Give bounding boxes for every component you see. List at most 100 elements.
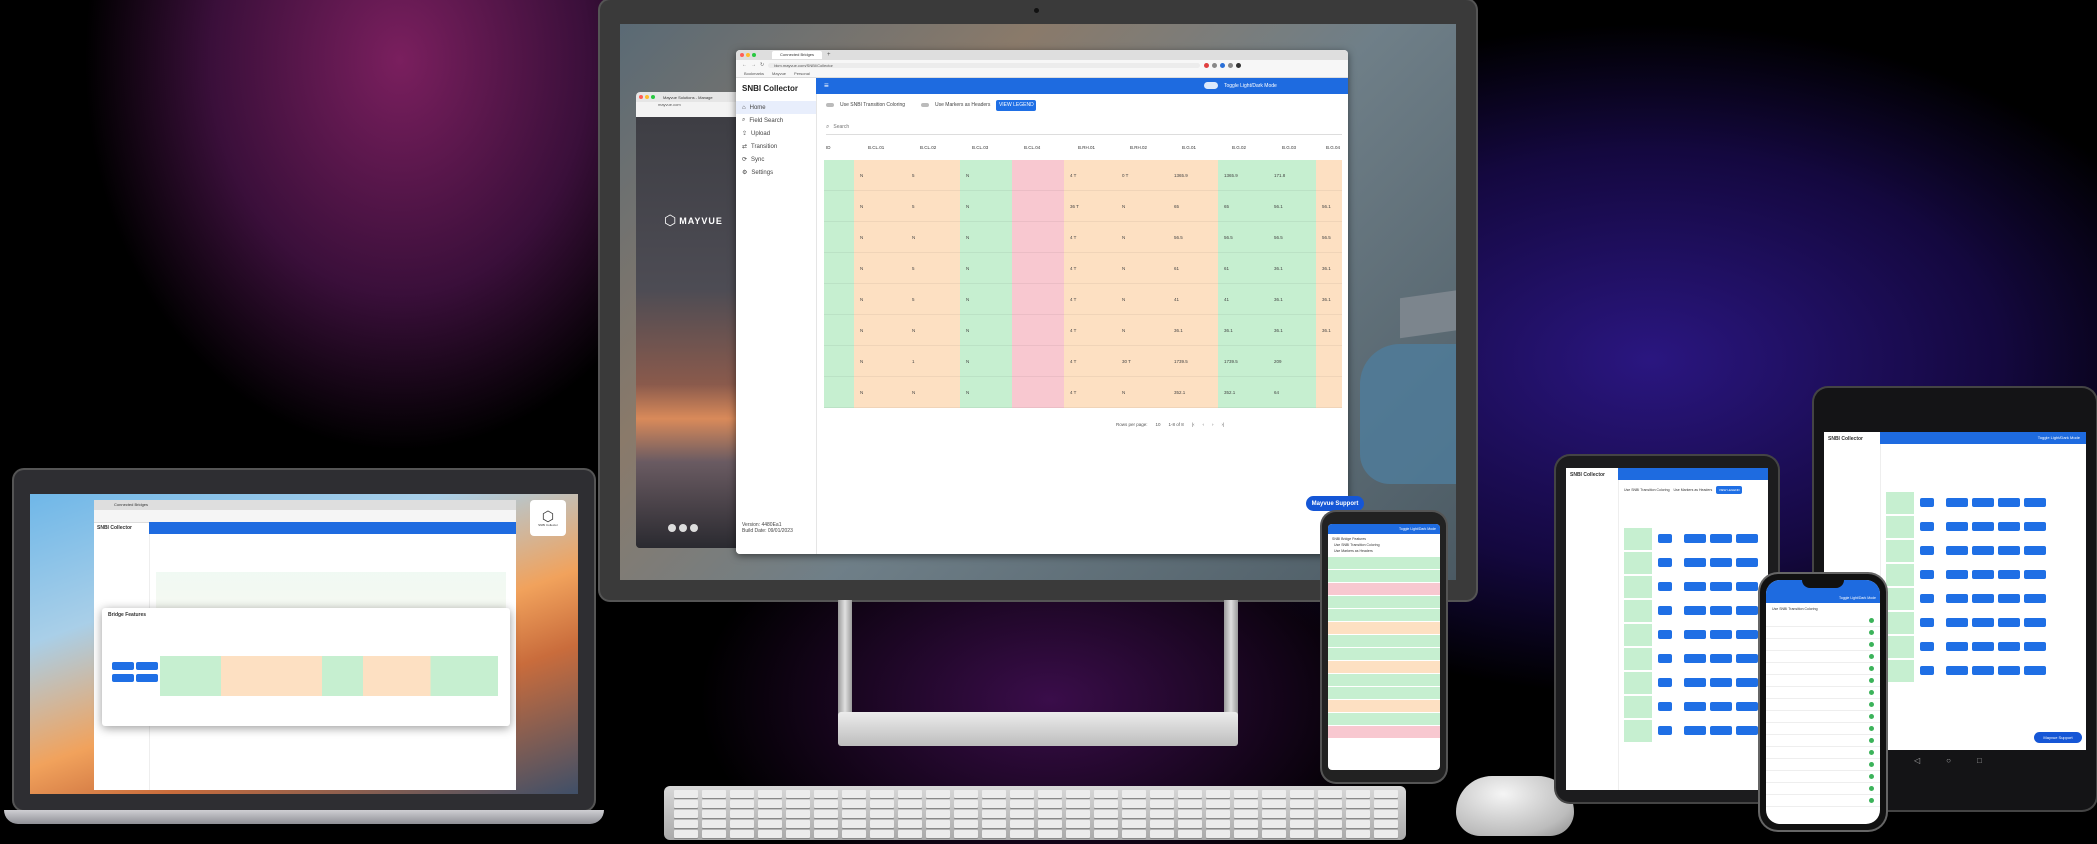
row-action-button[interactable] — [1998, 642, 2020, 651]
table-cell[interactable]: N — [1116, 377, 1168, 408]
keyboard-key[interactable] — [926, 810, 950, 818]
row-action-button[interactable] — [1998, 522, 2020, 531]
row-action-button[interactable] — [1658, 678, 1672, 687]
keyboard-key[interactable] — [1346, 790, 1370, 798]
table-cell[interactable]: N — [960, 160, 1012, 191]
list-item[interactable] — [1328, 596, 1440, 609]
android-recent-icon[interactable]: □ — [1977, 756, 1982, 765]
keyboard-key[interactable] — [1346, 800, 1370, 808]
table-cell[interactable] — [1316, 377, 1342, 408]
keyboard-key[interactable] — [730, 810, 754, 818]
row-action-button[interactable] — [1684, 726, 1706, 735]
keyboard-key[interactable] — [1346, 810, 1370, 818]
table-cell[interactable]: N — [854, 222, 906, 253]
list-item[interactable] — [1328, 700, 1440, 713]
table-cell[interactable] — [824, 160, 854, 191]
keyboard-key[interactable] — [954, 820, 978, 828]
keyboard-key[interactable] — [1234, 820, 1258, 828]
keyboard-key[interactable] — [702, 810, 726, 818]
list-item[interactable] — [1328, 570, 1440, 583]
row-action-button[interactable] — [2024, 594, 2046, 603]
column-header[interactable]: ID — [826, 145, 831, 150]
back-arrow-icon[interactable]: ← — [742, 62, 747, 68]
keyboard-key[interactable] — [1234, 830, 1258, 838]
keyboard-key[interactable] — [1290, 830, 1314, 838]
laptop-tab[interactable]: Connected Bridges — [94, 500, 516, 510]
table-cell[interactable]: N — [960, 377, 1012, 408]
row-action-button[interactable] — [1684, 630, 1706, 639]
sidebar-item-upload[interactable]: ⇪ Upload — [736, 127, 816, 140]
row-action-button[interactable] — [1658, 702, 1672, 711]
table-cell[interactable] — [1012, 315, 1064, 346]
table-cell[interactable]: 36.1 — [1316, 253, 1342, 284]
table-cell[interactable]: 1 — [906, 346, 960, 377]
keyboard-key[interactable] — [758, 800, 782, 808]
row-action-button[interactable] — [1658, 726, 1672, 735]
row-action-button[interactable] — [1972, 570, 1994, 579]
list-item[interactable] — [1766, 735, 1880, 747]
keyboard-key[interactable] — [1122, 790, 1146, 798]
keyboard-key[interactable] — [1178, 810, 1202, 818]
sidebar-item-transition[interactable]: ⇄ Transition — [736, 140, 816, 153]
table-cell[interactable]: 171.8 — [1268, 160, 1316, 191]
table-cell[interactable]: 5 — [906, 284, 960, 315]
table-cell[interactable]: N — [906, 222, 960, 253]
keyboard-key[interactable] — [786, 790, 810, 798]
table-cell[interactable] — [1624, 672, 1652, 694]
table-cell[interactable]: N — [1116, 253, 1168, 284]
table-cell[interactable] — [1624, 576, 1652, 598]
row-action-button[interactable] — [1736, 702, 1758, 711]
keyboard-key[interactable] — [1010, 830, 1034, 838]
first-page-icon[interactable]: |‹ — [1192, 422, 1195, 427]
keyboard-key[interactable] — [1178, 790, 1202, 798]
keyboard-key[interactable] — [870, 820, 894, 828]
table-cell[interactable]: 209 — [1268, 346, 1316, 377]
table-cell[interactable]: N — [854, 160, 906, 191]
table-cell[interactable]: 64 — [1268, 377, 1316, 408]
row-action-button[interactable] — [1684, 654, 1706, 663]
column-header[interactable]: B.RH.01 — [1078, 145, 1095, 150]
list-item[interactable] — [1328, 557, 1440, 570]
keyboard-key[interactable] — [674, 830, 698, 838]
row-action-button[interactable] — [1920, 594, 1934, 603]
keyboard-key[interactable] — [1290, 800, 1314, 808]
markers-toggle[interactable] — [921, 103, 930, 107]
keyboard-key[interactable] — [954, 800, 978, 808]
row-action-button[interactable] — [1972, 666, 1994, 675]
table-cell[interactable]: N — [854, 253, 906, 284]
table-cell[interactable] — [1886, 660, 1914, 682]
table-cell[interactable] — [1624, 528, 1652, 550]
column-header[interactable]: B.CL.01 — [868, 145, 884, 150]
table-cell[interactable]: 4 T — [1064, 377, 1116, 408]
keyboard-key[interactable] — [1066, 800, 1090, 808]
list-item[interactable] — [1766, 783, 1880, 795]
keyboard-key[interactable] — [1122, 810, 1146, 818]
transition-coloring-toggle[interactable] — [826, 103, 834, 107]
keyboard-key[interactable] — [1234, 800, 1258, 808]
new-tab-button[interactable]: + — [827, 52, 831, 58]
row-action-button[interactable] — [1946, 666, 1968, 675]
keyboard-key[interactable] — [702, 820, 726, 828]
table-cell[interactable]: 36.1 — [1268, 253, 1316, 284]
keyboard-key[interactable] — [1038, 800, 1062, 808]
table-cell[interactable]: N — [960, 191, 1012, 222]
keyboard-key[interactable] — [1010, 810, 1034, 818]
keyboard-key[interactable] — [758, 820, 782, 828]
keyboard-key[interactable] — [870, 810, 894, 818]
keyboard-key[interactable] — [842, 810, 866, 818]
keyboard-key[interactable] — [1150, 820, 1174, 828]
table-cell[interactable] — [1012, 346, 1064, 377]
table-cell[interactable]: 5 — [906, 191, 960, 222]
row-action-button[interactable] — [1998, 570, 2020, 579]
table-cell[interactable]: 1365.9 — [1218, 160, 1268, 191]
row-action-button[interactable] — [1658, 630, 1672, 639]
table-cell[interactable]: N — [854, 315, 906, 346]
row-action-button[interactable] — [1920, 546, 1934, 555]
table-cell[interactable]: 36.1 — [1268, 284, 1316, 315]
support-button[interactable]: Mayvue Support — [1306, 496, 1364, 511]
row-action-button[interactable] — [1736, 582, 1758, 591]
table-cell[interactable]: 36.1 — [1168, 315, 1218, 346]
keyboard-key[interactable] — [982, 820, 1006, 828]
row-action-button[interactable] — [1946, 546, 1968, 555]
table-cell[interactable]: 61 — [1218, 253, 1268, 284]
